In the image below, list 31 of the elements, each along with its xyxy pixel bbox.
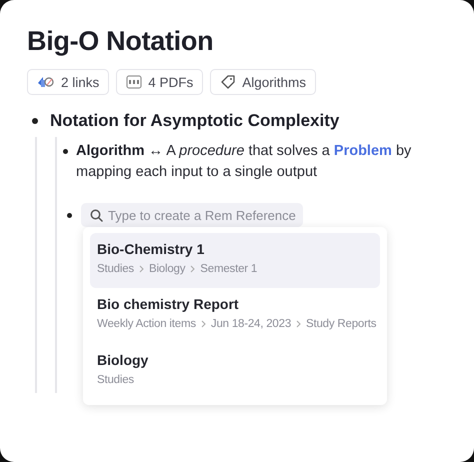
outline-heading: Notation for Asymptotic Complexity [50, 111, 340, 131]
search-icon [90, 209, 103, 222]
result-title: Bio chemistry Report [97, 296, 240, 312]
result-item[interactable]: Biology Studies [90, 344, 380, 399]
result-item[interactable]: Bio chemistry Report Weekly Action items Jun 18-24, 2023 Study Reports [90, 288, 380, 344]
pdf-icon [126, 75, 142, 89]
breadcrumb: Studies [97, 374, 134, 386]
breadcrumb: Semester 1 [200, 263, 258, 275]
problem-link[interactable]: Problem [334, 143, 392, 159]
chevron-icon [190, 265, 196, 273]
result-title: Bio-Chemistry 1 [97, 241, 206, 257]
chip[interactable]: Algorithms [210, 69, 316, 95]
breadcrumb: Study Reports [306, 318, 376, 330]
chip[interactable]: 2 links [27, 69, 110, 95]
tag-icon [220, 75, 236, 89]
search-field[interactable]: Type to create a Rem Reference [81, 203, 303, 227]
page-title: Big-O Notation [27, 26, 214, 57]
bullet-icon [32, 118, 38, 124]
breadcrumb: Jun 18-24, 2023 [210, 318, 292, 330]
breadcrumb: Studies [97, 263, 134, 275]
bullet-icon [63, 149, 68, 154]
definition-text: Algorithm ↔ A procedure that solves a Problem by mapping each input to a single output [76, 142, 412, 182]
breadcrumb: Biology [148, 263, 186, 275]
bullet-icon [67, 212, 72, 218]
chevron-icon [200, 320, 206, 328]
result-title: Biology [97, 352, 150, 368]
chevron-icon [138, 265, 144, 273]
result-item[interactable]: Bio-Chemistry 1 Studies Biology Semester 1 [90, 233, 380, 288]
breadcrumb: Weekly Action items [97, 318, 196, 330]
chevron-icon [296, 320, 302, 328]
chip[interactable]: 4 PDFs [116, 69, 204, 95]
